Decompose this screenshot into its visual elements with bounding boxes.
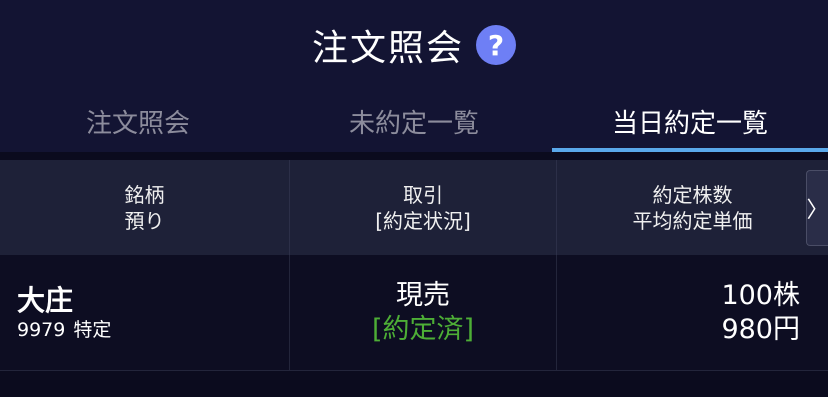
table-footer — [0, 370, 828, 397]
tab-order-inquiry[interactable]: 注文照会 — [0, 90, 276, 152]
column-header-trade-type: 取引 — [403, 182, 443, 207]
column-header-execution-status: [約定状況] — [375, 208, 471, 233]
tab-unexecuted-list[interactable]: 未約定一覧 — [276, 90, 552, 152]
column-header-trade: 取引 [約定状況] — [290, 160, 557, 255]
title-bar: 注文照会 ? — [0, 20, 828, 70]
divider — [0, 152, 828, 160]
stock-code: 9979 — [17, 318, 66, 341]
stock-meta: 9979 特定 — [17, 318, 289, 342]
quantity-cell: 100株 980円 — [557, 255, 828, 370]
status-badge: [約定済] — [371, 313, 475, 345]
help-icon[interactable]: ? — [476, 25, 516, 65]
header: 注文照会 ? 注文照会 未約定一覧 当日約定一覧 — [0, 0, 828, 152]
average-price: 980円 — [721, 313, 800, 345]
table-row[interactable]: 大庄 9979 特定 現売 [約定済] 100株 980円 — [0, 255, 828, 370]
chevron-right-icon[interactable]: 〉 — [806, 170, 828, 246]
table-header: 銘柄 預り 取引 [約定状況] 約定株数 平均約定単価 — [0, 160, 828, 255]
stock-name: 大庄 — [17, 283, 74, 317]
column-header-executed-shares: 約定株数 — [652, 182, 733, 207]
tab-today-executed-list[interactable]: 当日約定一覧 — [552, 90, 828, 152]
stock-cell: 大庄 9979 特定 — [0, 255, 290, 370]
column-header-deposit: 預り — [124, 208, 165, 233]
executed-quantity: 100株 — [721, 279, 800, 311]
column-header-stock: 銘柄 預り — [0, 160, 290, 255]
column-header-stock-name: 銘柄 — [124, 182, 165, 207]
account-type: 特定 — [73, 318, 112, 341]
column-header-average-price: 平均約定単価 — [632, 208, 753, 233]
tab-bar: 注文照会 未約定一覧 当日約定一覧 — [0, 90, 828, 152]
page-title: 注文照会 — [311, 28, 464, 69]
trade-cell: 現売 [約定済] — [290, 255, 557, 370]
column-header-quantity: 約定株数 平均約定単価 — [557, 160, 828, 255]
trade-type: 現売 — [396, 279, 450, 311]
